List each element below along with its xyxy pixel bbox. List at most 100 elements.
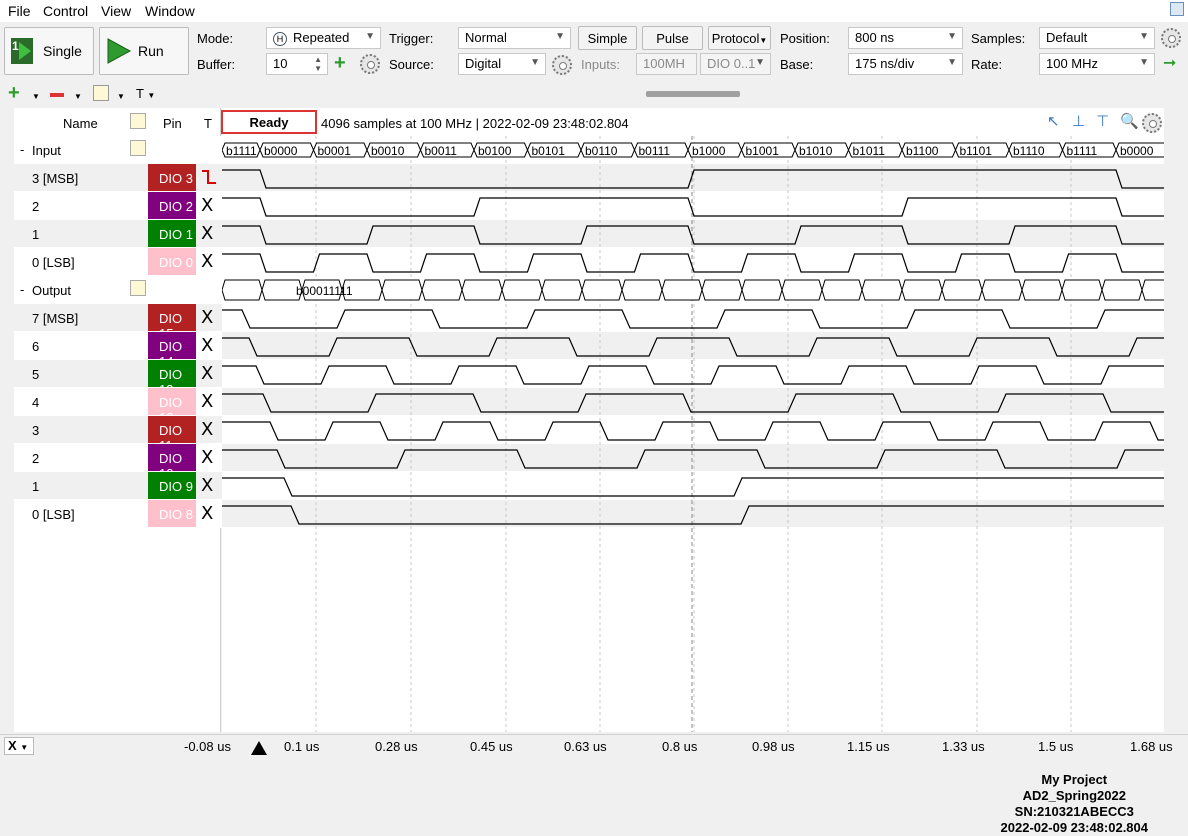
axis-tick-label: 1.33 us: [942, 739, 985, 754]
pin-badge[interactable]: DIO 10: [148, 444, 196, 481]
channel-toolbar: + ▼ ▼ ▼ T ▼: [0, 82, 1188, 108]
inputs-dio-select[interactable]: DIO 0..1 ▼: [700, 53, 771, 75]
trigger-condition-icon[interactable]: X: [201, 335, 213, 356]
axis-tick-label: 0.45 us: [470, 739, 513, 754]
panel-splitter[interactable]: [646, 91, 740, 97]
plot-row-bg: [222, 500, 1164, 527]
axis-tick-label: 0.8 us: [662, 739, 698, 754]
stepper-icon[interactable]: ▲ ▼: [314, 55, 322, 73]
buffer-settings-icon[interactable]: [360, 54, 380, 74]
menu-view[interactable]: View: [101, 3, 131, 19]
bus-value-label: b0110: [585, 144, 618, 158]
edit-columns-icon[interactable]: [130, 113, 146, 129]
bus-value-label: b1110: [1013, 144, 1045, 158]
edit-icon[interactable]: [93, 85, 109, 101]
time-axis-bar: X ▼ -0.08 us 0.1 us 0.28 us 0.45 us 0.63 us 0…: [0, 734, 1188, 758]
simple-button[interactable]: Simple: [578, 26, 637, 50]
trigger-condition-icon[interactable]: X: [201, 391, 213, 412]
bus-segment: [981, 279, 1023, 301]
repeat-icon: H: [273, 32, 287, 46]
plot-row-bg: [222, 332, 1164, 359]
pin-badge[interactable]: DIO 13: [148, 360, 196, 397]
bus-value-label: b0000: [264, 144, 298, 158]
axis-tick-label: 1.68 us: [1130, 739, 1173, 754]
menu-window[interactable]: Window: [145, 3, 195, 19]
channel-name: 7 [MSB]: [32, 311, 79, 326]
trigger-condition-icon[interactable]: X: [201, 503, 213, 524]
restore-window-icon[interactable]: [1170, 2, 1184, 16]
run-button[interactable]: Run: [99, 27, 189, 75]
trigger-condition-icon[interactable]: X: [201, 195, 213, 216]
add-icon[interactable]: +: [334, 52, 346, 75]
trigger-condition-icon[interactable]: X: [201, 447, 213, 468]
run-label: Run: [138, 43, 164, 59]
bus-segment: [1141, 279, 1164, 301]
bus-value-label: b1010: [799, 144, 833, 158]
trigger-condition-icon[interactable]: X: [201, 223, 213, 244]
edit-icon[interactable]: [130, 140, 146, 156]
source-settings-icon[interactable]: [552, 55, 572, 75]
waveform-plot[interactable]: b1111 b0000 b0001 b0010 b0011 b0100 b0101 b0110…: [222, 108, 1164, 732]
bus-segment: [1061, 279, 1103, 301]
chevron-down-icon[interactable]: ▼: [32, 92, 40, 101]
single-button[interactable]: 1 Single: [4, 27, 94, 75]
axis-tick-label: -0.08 us: [184, 739, 231, 754]
pin-badge[interactable]: DIO 9: [148, 472, 196, 499]
chevron-down-icon[interactable]: ▼: [117, 92, 125, 101]
pin-badge[interactable]: DIO 14: [148, 332, 196, 369]
plot-row-bg: [222, 472, 1164, 499]
edit-icon[interactable]: [130, 280, 146, 296]
pulse-button[interactable]: Pulse: [642, 26, 703, 50]
pin-badge[interactable]: DIO 1: [148, 220, 196, 247]
position-select[interactable]: 800 ns ▼: [848, 27, 963, 49]
inputs-rate-select[interactable]: 100MH: [636, 53, 697, 75]
channel-name: 1: [32, 227, 40, 242]
single-icon: 1: [11, 38, 33, 64]
add-channel-icon[interactable]: +: [8, 82, 20, 105]
collapse-toggle[interactable]: -: [20, 282, 24, 297]
bus-segment: [701, 279, 743, 301]
source-select[interactable]: Digital ▼: [458, 53, 546, 75]
samples-select[interactable]: Default ▼: [1039, 27, 1155, 49]
x-axis-select[interactable]: X ▼: [4, 737, 34, 755]
mode-select[interactable]: H Repeated ▼: [266, 27, 381, 49]
remove-channel-icon[interactable]: [50, 93, 64, 97]
chevron-down-icon[interactable]: ▼: [74, 92, 82, 101]
menu-file[interactable]: File: [8, 3, 31, 19]
t-menu[interactable]: T ▼: [136, 86, 155, 101]
samples-settings-icon[interactable]: [1161, 28, 1181, 48]
trigger-condition-icon[interactable]: [201, 167, 217, 192]
bus-segment: [661, 279, 703, 301]
inputs-label: Inputs:: [581, 57, 621, 72]
pin-badge[interactable]: DIO 3: [148, 164, 196, 191]
pin-badge[interactable]: DIO 2: [148, 192, 196, 219]
rate-select[interactable]: 100 MHz ▼: [1039, 53, 1155, 75]
position-label: Position:: [780, 31, 830, 46]
trigger-condition-icon[interactable]: X: [201, 475, 213, 496]
trigger-condition-icon[interactable]: X: [201, 307, 213, 328]
arrow-right-icon[interactable]: ➞: [1163, 53, 1176, 73]
bus-value-label: b0010: [371, 144, 405, 158]
pin-badge[interactable]: DIO 8: [148, 500, 196, 527]
mode-label: Mode:: [197, 31, 234, 46]
trigger-condition-icon[interactable]: X: [201, 251, 213, 272]
pin-badge[interactable]: DIO 12: [148, 388, 196, 425]
menu-control[interactable]: Control: [43, 3, 88, 19]
bus-segment: [581, 279, 623, 301]
capture-time: 2022-02-09 23:48:02.804: [1000, 820, 1148, 835]
trigger-condition-icon[interactable]: X: [201, 419, 213, 440]
trigger-position-marker[interactable]: [251, 741, 267, 755]
main-toolbar: 1 Single Run Mode: H Repeated ▼ Buffer: 1…: [0, 22, 1188, 78]
axis-tick-label: 0.63 us: [564, 739, 607, 754]
trigger-condition-icon[interactable]: X: [201, 363, 213, 384]
pin-badge[interactable]: DIO 0: [148, 248, 196, 275]
pin-badge[interactable]: DIO 15: [148, 304, 196, 341]
base-select[interactable]: 175 ns/div ▼: [848, 53, 963, 75]
trigger-select[interactable]: Normal ▼: [458, 27, 571, 49]
buffer-stepper[interactable]: 10 ▲ ▼: [266, 53, 328, 75]
pin-badge[interactable]: DIO 11: [148, 416, 196, 453]
collapse-toggle[interactable]: -: [20, 142, 24, 157]
logic-analyzer-grid: Name Pin T Ready 4096 samples at 100 MHz…: [0, 108, 1188, 835]
protocol-button[interactable]: Protocol▼: [708, 26, 771, 50]
play-icon: [107, 38, 132, 64]
